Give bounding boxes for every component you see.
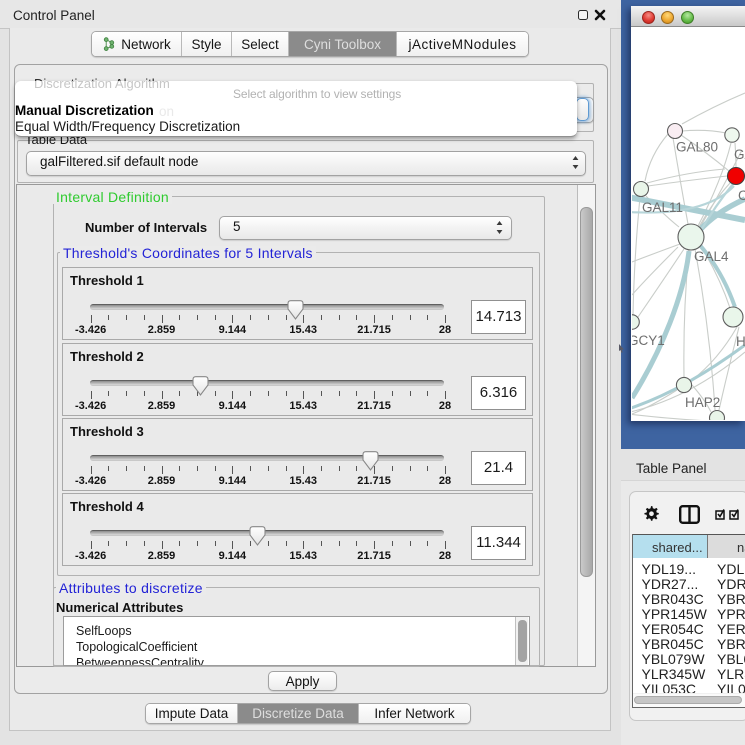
svg-text:HIS: HIS (736, 334, 745, 349)
svg-text:GAL: GAL (734, 147, 745, 162)
svg-text:GCY1: GCY1 (632, 333, 665, 348)
svg-text:GAL11: GAL11 (642, 200, 683, 215)
svg-text:GAL80: GAL80 (676, 140, 718, 155)
svg-text:GAL4: GAL4 (694, 249, 729, 264)
svg-text:HAP2: HAP2 (685, 395, 720, 410)
svg-text:CR: CR (738, 188, 745, 203)
